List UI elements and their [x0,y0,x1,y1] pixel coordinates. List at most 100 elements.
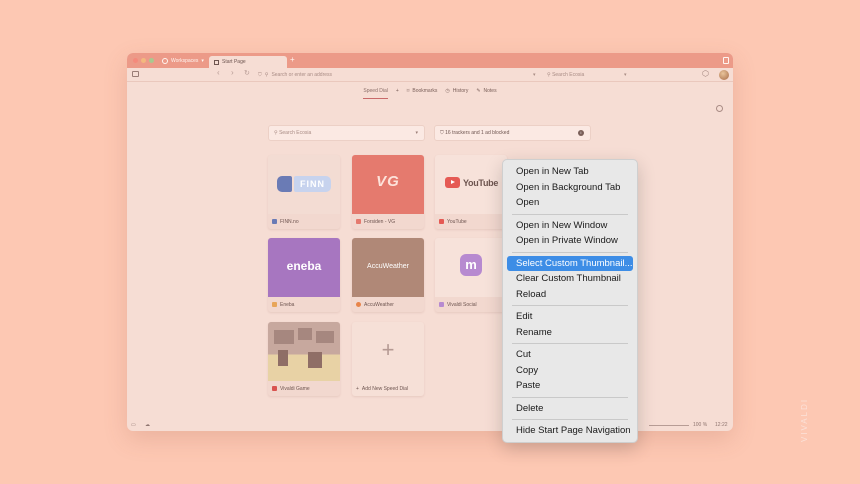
new-tab-button[interactable]: + [290,55,295,64]
start-page-navigation: Speed Dial + ⌑ Bookmarks ◷ History ✎ Not… [127,83,733,99]
dial-caption: Vivaldi Game [268,381,340,396]
game-screenshot [268,322,340,381]
add-group-button[interactable]: + [396,83,399,99]
menu-hide-start-page-navigation[interactable]: Hide Start Page Navigation [507,423,633,439]
menu-open-private-window[interactable]: Open in Private Window [507,233,633,249]
menu-edit[interactable]: Edit [507,309,633,325]
menu-open-new-tab[interactable]: Open in New Tab [507,164,633,180]
tab-label: Start Page [222,59,246,65]
menu-paste[interactable]: Paste [507,378,633,394]
search-field[interactable]: ⚲ Search Ecosia [547,72,584,78]
finn-favicon [272,219,277,224]
menu-delete[interactable]: Delete [507,401,633,417]
url-placeholder: Search or enter an address [271,72,333,78]
add-speed-dial-button[interactable]: + + Add New Speed Dial [352,322,424,396]
zoom-level[interactable]: 100 % [693,422,707,428]
search-field-placeholder: Search Ecosia [552,72,585,78]
speed-dial-vivaldi-game[interactable]: Vivaldi Game [268,322,340,396]
speed-dial-icon [214,59,219,65]
dial-title: Vivaldi Game [280,385,310,392]
workspaces-icon [162,57,168,64]
panel-icon[interactable]: ▭ [131,422,136,428]
trash-icon[interactable] [723,57,729,64]
speed-dial-finn[interactable]: FINN FINN.no [268,155,340,229]
panel-toggle-icon[interactable] [132,71,139,77]
play-icon [445,177,460,188]
extensions-icon[interactable]: ⬡ [702,69,709,78]
eneba-logo: eneba [286,259,322,273]
speed-dial-accuweather[interactable]: AccuWeather AccuWeather [352,238,424,312]
mastodon-favicon [439,302,444,307]
menu-open[interactable]: Open [507,195,633,211]
dial-thumbnail: + [352,322,424,381]
speed-dial-vg[interactable]: VG Forsiden - VG [352,155,424,229]
finn-logo: FINN [277,176,331,192]
menu-cut[interactable]: Cut [507,347,633,363]
address-bar: ‹ › ↻ ⛉ ⚲ Search or enter an address ▾ ⚲… [127,68,733,82]
search-placeholder: Search Ecosia [279,130,312,136]
vivaldi-watermark: VIVALDI [800,397,809,442]
bookmark-icon: ⌑ [406,88,410,94]
menu-select-custom-thumbnail[interactable]: Select Custom Thumbnail... [507,255,633,271]
tracker-text: 16 trackers and 1 ad blocked [445,130,510,136]
menu-open-background-tab[interactable]: Open in Background Tab [507,180,633,196]
tab-bookmarks[interactable]: ⌑ Bookmarks [407,83,438,99]
dial-caption: Forsiden - VG [352,214,424,229]
speed-dial-youtube[interactable]: YouTube YouTube [435,155,507,229]
dial-caption: AccuWeather [352,297,424,312]
start-page-search-input[interactable]: ⚲ Search Ecosia ▾ [268,125,425,141]
plus-icon: + [381,337,395,362]
dial-thumbnail: AccuWeather [352,238,424,297]
tab-history[interactable]: ◷ History [445,83,468,99]
gear-icon[interactable] [716,105,723,112]
menu-rename[interactable]: Rename [507,325,633,341]
search-icon: ⚲ [547,72,551,78]
menu-separator [512,396,628,398]
url-field[interactable]: ⛉ ⚲ Search or enter an address [258,72,332,78]
bookmarks-label: Bookmarks [412,88,438,94]
chevron-down-icon[interactable]: ▾ [533,72,536,78]
menu-separator [512,251,628,253]
dial-title: FINN.no [280,218,299,225]
minimize-window-button[interactable] [141,58,146,63]
close-window-button[interactable] [133,58,138,63]
search-icon: ⚲ [264,72,269,78]
forward-icon[interactable]: › [231,68,234,77]
shield-icon: ⛉ [258,72,262,78]
workspaces-label: Workspaces [171,57,199,64]
speed-dial-vivaldi-social[interactable]: m Vivaldi Social [435,238,507,312]
menu-copy[interactable]: Copy [507,363,633,379]
dial-caption: + Add New Speed Dial [352,381,424,396]
menu-separator [512,343,628,344]
speed-dial-eneba[interactable]: eneba Eneba [268,238,340,312]
zoom-slider[interactable] [649,425,689,426]
menu-separator [512,305,628,306]
dial-caption: YouTube [435,214,507,229]
menu-reload[interactable]: Reload [507,287,633,303]
menu-open-new-window[interactable]: Open in New Window [507,218,633,234]
dial-thumbnail: YouTube [435,155,507,214]
history-label: History [452,88,469,94]
dial-thumbnail: m [435,238,507,297]
dial-title: Eneba [280,301,295,308]
avatar[interactable] [719,70,729,80]
dial-thumbnail: FINN [268,155,340,214]
back-icon[interactable]: ‹ [217,68,220,77]
chevron-down-icon[interactable]: ▾ [624,72,627,78]
dial-caption: Vivaldi Social [435,297,507,312]
reload-icon[interactable]: ↻ [244,69,250,77]
tab-start-page[interactable]: Start Page [209,56,287,68]
tab-notes[interactable]: ✎ Notes [476,83,496,99]
menu-clear-custom-thumbnail[interactable]: Clear Custom Thumbnail [507,271,633,287]
dial-caption: Eneba [268,297,340,312]
dial-thumbnail: eneba [268,238,340,297]
dial-title: AccuWeather [364,301,394,308]
plus-icon: + [356,385,359,392]
cloud-icon[interactable]: ☁ [145,422,150,428]
tab-speed-dial[interactable]: Speed Dial [363,83,389,99]
workspaces-button[interactable]: Workspaces ▾ [162,56,204,65]
tracker-blocker-widget[interactable]: ⛉ 16 trackers and 1 ad blocked i [434,125,591,141]
accuweather-logo: AccuWeather [367,263,409,270]
browser-window: Workspaces ▾ Start Page + ‹ › ↻ ⛉ ⚲ Sear… [127,53,733,431]
maximize-window-button[interactable] [149,58,154,63]
